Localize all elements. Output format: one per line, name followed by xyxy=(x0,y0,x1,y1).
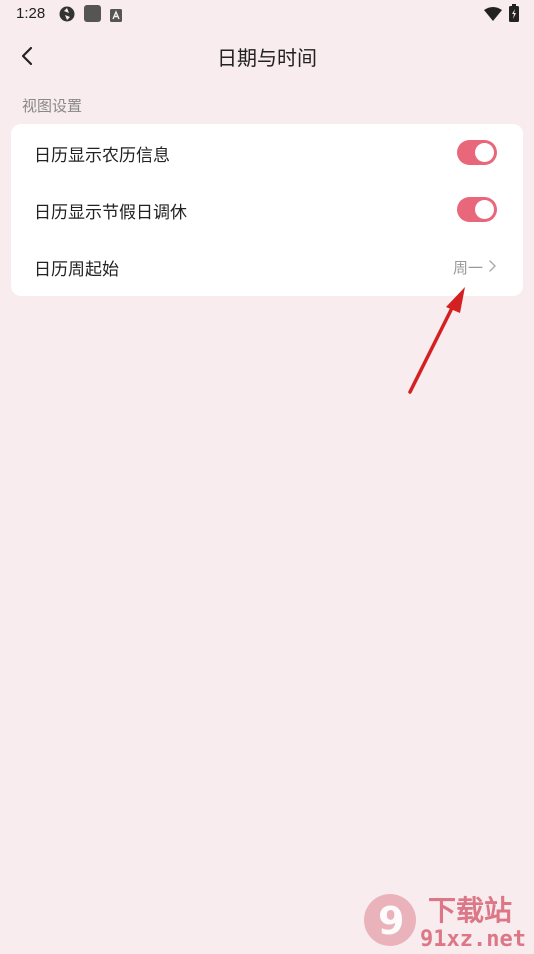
annotation-arrow-icon xyxy=(408,287,465,394)
svg-text:9: 9 xyxy=(378,899,404,943)
svg-text:下载站: 下载站 xyxy=(428,894,512,927)
watermark-logo: 9 下载站 91xz.net xyxy=(362,882,534,952)
svg-text:91xz.net: 91xz.net xyxy=(420,927,526,950)
